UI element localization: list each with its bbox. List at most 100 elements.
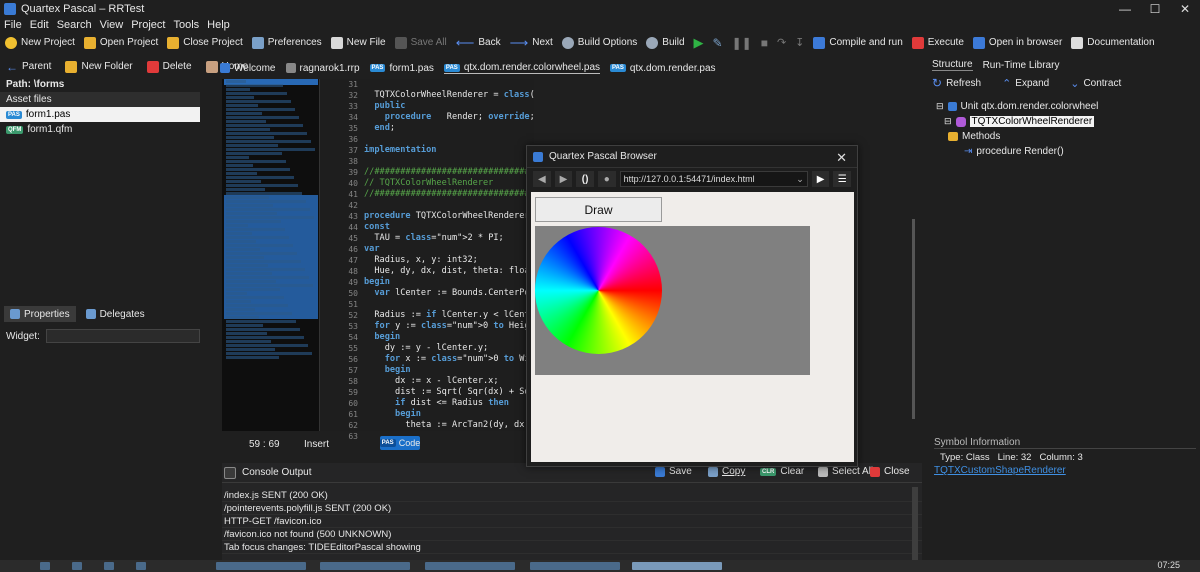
refresh-icon: ↻: [932, 76, 943, 90]
close-icon[interactable]: ✕: [836, 150, 847, 166]
taskbar-window[interactable]: [320, 562, 410, 570]
tree-node-class[interactable]: ⊟ TQTXColorWheelRenderer: [928, 114, 1200, 129]
close-project-button[interactable]: Close Project: [167, 36, 243, 49]
tab-runtime-library[interactable]: Run-Time Library: [983, 60, 1060, 71]
menu-view[interactable]: View: [96, 19, 128, 31]
new-project-button[interactable]: New Project: [5, 36, 75, 49]
next-button[interactable]: ⟶ Next: [510, 35, 553, 51]
stop-icon[interactable]: ●: [597, 171, 616, 187]
copy-button[interactable]: Copy: [708, 466, 745, 477]
menu-icon[interactable]: ☰: [833, 171, 852, 187]
pause-button[interactable]: ❚❚: [732, 36, 752, 50]
taskbar-app-icon[interactable]: [104, 562, 114, 570]
minimap-line: [226, 168, 290, 171]
taskbar-app-icon[interactable]: [136, 562, 146, 570]
menu-project[interactable]: Project: [127, 19, 169, 31]
taskbar-app-icon[interactable]: [40, 562, 50, 570]
tree-node-method[interactable]: ⇥ procedure Render(): [928, 144, 1200, 159]
tree-node-methods[interactable]: Methods: [928, 129, 1200, 144]
forward-icon[interactable]: ▶: [554, 171, 573, 187]
new-folder-button[interactable]: New Folder: [65, 60, 133, 73]
select-all-button[interactable]: Select All: [818, 466, 873, 477]
minimap-line: [226, 248, 260, 251]
build-button[interactable]: Build: [646, 36, 685, 49]
console-scrollbar[interactable]: [912, 487, 918, 567]
step-over-button[interactable]: ↷: [777, 36, 786, 49]
console-lines[interactable]: /index.js SENT (200 OK) /pointerevents.p…: [222, 483, 922, 554]
tab-ragnarok[interactable]: ragnarok1.rrp: [285, 63, 360, 74]
code-editor[interactable]: TQTXColorWheelRenderer = class( TQTXCust…: [364, 79, 534, 431]
contract-button[interactable]: ⌄ Contract: [1070, 77, 1121, 90]
taskbar-app-icon[interactable]: [72, 562, 82, 570]
editor-scrollbar[interactable]: [912, 79, 917, 431]
menu-edit[interactable]: Edit: [26, 19, 53, 31]
open-project-button[interactable]: Open Project: [83, 36, 158, 49]
asset-item[interactable]: PAS form1.pas: [0, 107, 200, 122]
menu-file[interactable]: File: [0, 19, 26, 31]
expand-button[interactable]: ⌃ Expand: [1002, 77, 1049, 90]
back-button[interactable]: ⟵ Back: [456, 35, 501, 51]
line-number: 52: [348, 311, 358, 320]
taskbar-window[interactable]: [632, 562, 722, 570]
menu-tools[interactable]: Tools: [169, 19, 203, 31]
minimap-line: [226, 212, 277, 215]
stop-button[interactable]: ■: [761, 36, 768, 50]
menu-help[interactable]: Help: [203, 19, 234, 31]
run-button[interactable]: ▶: [694, 35, 704, 51]
minimap-line: [226, 260, 301, 263]
clear-button[interactable]: CLR Clear: [760, 466, 804, 477]
scroll-thumb[interactable]: [912, 219, 915, 419]
maximize-icon[interactable]: ☐: [1140, 0, 1170, 17]
parent-button[interactable]: ← Parent: [6, 60, 51, 74]
documentation-button[interactable]: Documentation: [1071, 36, 1155, 49]
minimap-line: [226, 124, 303, 127]
tab-code[interactable]: PAS Code: [379, 436, 420, 450]
minimap-line: [226, 132, 307, 135]
collapse-icon[interactable]: ⊟: [944, 116, 952, 127]
title-bar: Quartex Pascal – RRTest — ☐ ✕: [0, 0, 1200, 17]
tree-node-unit[interactable]: ⊟ Unit qtx.dom.render.colorwheel: [928, 99, 1200, 114]
minimap-line: [226, 104, 258, 107]
tab-colorwheel[interactable]: PAS qtx.dom.render.colorwheel.pas: [443, 62, 600, 74]
reload-icon[interactable]: (): [576, 171, 594, 187]
tab-properties[interactable]: Properties: [4, 306, 76, 322]
refresh-button[interactable]: ↻ Refresh: [932, 76, 981, 90]
asset-item[interactable]: QFM form1.qfm: [0, 122, 200, 137]
debug-button[interactable]: ✎: [713, 36, 723, 50]
line-number: 58: [348, 377, 358, 386]
tab-render[interactable]: PAS qtx.dom.render.pas: [610, 63, 716, 74]
close-icon[interactable]: ✕: [1170, 0, 1200, 17]
taskbar-window[interactable]: [530, 562, 620, 570]
expand-icon: ⌃: [1002, 77, 1012, 90]
go-icon[interactable]: ▶: [811, 171, 830, 187]
tab-structure[interactable]: Structure: [932, 59, 973, 71]
collapse-icon[interactable]: ⊟: [936, 101, 944, 112]
line-number: 41: [348, 190, 358, 199]
chevron-down-icon[interactable]: ⌄: [796, 172, 804, 186]
tab-welcome[interactable]: Welcome: [220, 63, 276, 74]
build-options-button[interactable]: Build Options: [561, 36, 637, 49]
save-button[interactable]: Save: [655, 466, 692, 477]
preferences-button[interactable]: Preferences: [251, 36, 322, 49]
delete-button[interactable]: Delete: [146, 60, 192, 73]
tab-form1[interactable]: PAS form1.pas: [369, 63, 434, 74]
code-minimap[interactable]: [222, 79, 320, 431]
properties-icon: [10, 309, 20, 319]
back-icon[interactable]: ◀: [533, 171, 551, 187]
execute-button[interactable]: Execute: [911, 36, 964, 49]
symbol-ancestor-link[interactable]: TQTXCustomShapeRenderer: [934, 465, 1066, 476]
save-all-button[interactable]: Save All: [394, 36, 447, 49]
taskbar-window[interactable]: [425, 562, 515, 570]
tab-delegates[interactable]: Delegates: [80, 306, 151, 322]
taskbar-window[interactable]: [216, 562, 306, 570]
widget-select[interactable]: [45, 329, 200, 343]
menu-search[interactable]: Search: [53, 19, 96, 31]
compile-and-run-button[interactable]: Compile and run: [813, 36, 903, 49]
minimize-icon[interactable]: —: [1110, 0, 1140, 17]
url-input[interactable]: http://127.0.0.1:54471/index.html ⌄: [619, 171, 808, 187]
new-file-button[interactable]: New File: [330, 36, 386, 49]
close-console-button[interactable]: Close: [870, 466, 910, 477]
step-into-button[interactable]: ↧: [795, 36, 804, 49]
draw-button[interactable]: Draw: [535, 197, 662, 222]
open-in-browser-button[interactable]: Open in browser: [972, 36, 1062, 49]
